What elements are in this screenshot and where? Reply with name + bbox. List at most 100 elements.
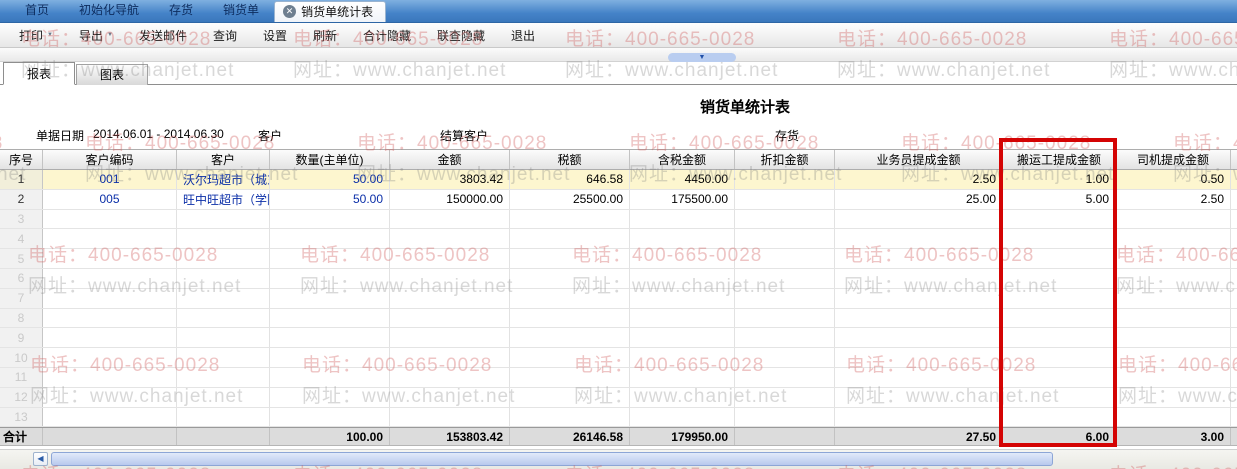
table-header-row: 序号 客户编码 客户 数量(主单位) 金额 税额 含税金额 折扣金额 业务员提成金额 搬运工提成金… <box>0 149 1237 170</box>
cell-tax <box>510 229 630 249</box>
cell-quantity <box>270 268 390 288</box>
column-header-seq[interactable]: 序号 <box>0 150 43 169</box>
cell-tax <box>510 268 630 288</box>
scroll-thumb[interactable] <box>51 452 1053 466</box>
cell-amount <box>390 209 510 229</box>
hide-linked-query-button[interactable]: 联查隐藏 <box>424 23 498 47</box>
table-row-empty[interactable]: 8 <box>0 308 1237 329</box>
export-button-label: 导出 <box>78 28 103 43</box>
column-header-tax[interactable]: 税额 <box>510 150 630 169</box>
table-row-empty[interactable]: 6 <box>0 268 1237 289</box>
column-header-quantity[interactable]: 数量(主单位) <box>270 150 390 169</box>
column-header-driver-commission[interactable]: 司机提成金额 <box>1116 150 1231 169</box>
column-header-customer-code[interactable]: 客户编码 <box>43 150 177 169</box>
column-header-customer[interactable]: 客户 <box>177 150 270 169</box>
cell-salesman-commission <box>835 249 1003 268</box>
tab-init-navigation[interactable]: 初始化导航 <box>64 0 154 22</box>
print-button[interactable]: 打印 ▼ <box>6 23 66 47</box>
cell-next-clipped <box>1231 368 1237 387</box>
cell-discount-amount <box>735 367 835 387</box>
active-tab-label: 销货单统计表 <box>301 5 374 19</box>
table-row[interactable]: 1001沃尔玛超市（城东...50.003803.42646.584450.00… <box>0 170 1237 190</box>
table-row-empty[interactable]: 11 <box>0 367 1237 388</box>
horizontal-scrollbar[interactable]: ◀ <box>0 449 1237 469</box>
cell-driver-commission <box>1116 308 1231 328</box>
table-row-empty[interactable]: 9 <box>0 328 1237 349</box>
cell-driver-commission <box>1116 328 1231 348</box>
export-button[interactable]: 导出 ▼ <box>66 23 126 47</box>
cell-tax-included-amount <box>630 328 735 348</box>
cell-customer-code <box>43 428 177 446</box>
table-row[interactable]: 2005旺中旺超市（学院...50.00150000.0025500.00175… <box>0 189 1237 210</box>
scroll-left-button[interactable]: ◀ <box>33 452 48 466</box>
filter-settlement-customer-label: 结算客户 <box>440 129 489 143</box>
cell-driver-commission <box>1116 407 1231 427</box>
tab-home[interactable]: 首页 <box>10 0 64 22</box>
cell-porter-commission <box>1003 209 1116 229</box>
cell-discount-amount <box>735 249 835 268</box>
column-header-next-clipped[interactable]: 是 <box>1231 150 1237 169</box>
cell-amount <box>390 407 510 427</box>
cell-seq: 3 <box>0 209 43 229</box>
settings-button[interactable]: 设置 <box>250 23 300 47</box>
cell-quantity: 50.00 <box>270 189 390 209</box>
table-row-empty[interactable]: 13 <box>0 407 1237 428</box>
hide-total-button[interactable]: 合计隐藏 <box>350 23 424 47</box>
sales-statistics-table: 序号 客户编码 客户 数量(主单位) 金额 税额 含税金额 折扣金额 业务员提成金额 搬运工提成金… <box>0 149 1237 447</box>
cell-discount-amount <box>735 288 835 308</box>
cell-discount-amount <box>735 189 835 209</box>
filter-inventory-label: 存货 <box>775 129 800 143</box>
refresh-button[interactable]: 刷新 <box>300 23 350 47</box>
cell-salesman-commission <box>835 229 1003 249</box>
send-email-button[interactable]: 发送邮件 <box>126 23 200 47</box>
cell-porter-commission: 1.00 <box>1003 170 1116 189</box>
cell-customer <box>177 288 270 308</box>
column-header-discount-amount[interactable]: 折扣金额 <box>735 150 835 169</box>
chevron-down-icon: ▼ <box>106 32 113 38</box>
exit-button[interactable]: 退出 <box>498 23 548 47</box>
print-button-label: 打印 <box>19 28 44 43</box>
cell-porter-commission <box>1003 308 1116 328</box>
column-header-porter-commission[interactable]: 搬运工提成金额 <box>1003 150 1116 169</box>
tab-chart[interactable]: 图表 <box>76 64 148 85</box>
tab-sales-order[interactable]: 销货单 <box>208 0 274 22</box>
close-icon[interactable]: ✕ <box>283 5 297 18</box>
cell-discount-amount <box>735 308 835 328</box>
tab-inventory[interactable]: 存货 <box>154 0 208 22</box>
cell-salesman-commission <box>835 288 1003 308</box>
collapse-strip: ▼ <box>0 48 1237 62</box>
column-header-salesman-commission[interactable]: 业务员提成金额 <box>835 150 1003 169</box>
cell-salesman-commission <box>835 209 1003 229</box>
tab-report[interactable]: 报表 <box>3 62 75 85</box>
collapse-panel-button[interactable]: ▼ <box>668 53 736 62</box>
cell-next-clipped <box>1231 309 1237 328</box>
query-button[interactable]: 查询 <box>200 23 250 47</box>
column-header-tax-included-amount[interactable]: 含税金额 <box>630 150 735 169</box>
cell-discount-amount <box>735 328 835 348</box>
cell-salesman-commission <box>835 407 1003 427</box>
column-header-amount[interactable]: 金额 <box>390 150 510 169</box>
cell-tax <box>510 407 630 427</box>
table-row-empty[interactable]: 7 <box>0 288 1237 309</box>
table-row-empty[interactable]: 12 <box>0 387 1237 408</box>
cell-tax-included-amount <box>630 249 735 268</box>
cell-customer-code <box>43 367 177 387</box>
cell-tax-included-amount <box>630 268 735 288</box>
tab-sales-statistics[interactable]: ✕ 销货单统计表 <box>274 1 387 22</box>
cell-amount: 150000.00 <box>390 189 510 209</box>
cell-seq: 2 <box>0 189 43 209</box>
table-row-empty[interactable]: 4 <box>0 229 1237 250</box>
table-row-empty[interactable]: 10 <box>0 348 1237 368</box>
cell-quantity <box>270 348 390 367</box>
hide-linked-query-button-label: 联查隐藏 <box>437 28 486 43</box>
cell-tax-included-amount <box>630 308 735 328</box>
cell-tax <box>510 249 630 268</box>
cell-salesman-commission: 27.50 <box>835 428 1003 446</box>
cell-driver-commission <box>1116 367 1231 387</box>
cell-discount-amount <box>735 428 835 446</box>
table-row-empty[interactable]: 5 <box>0 249 1237 269</box>
table-row-empty[interactable]: 3 <box>0 209 1237 230</box>
cell-customer <box>177 268 270 288</box>
app-window: 首页 初始化导航 存货 销货单 ✕ 销货单统计表 打印 ▼ 导出 ▼ 发送邮件 查询 设置 刷新 合计隐藏… <box>0 0 1237 469</box>
cell-amount: 3803.42 <box>390 170 510 189</box>
